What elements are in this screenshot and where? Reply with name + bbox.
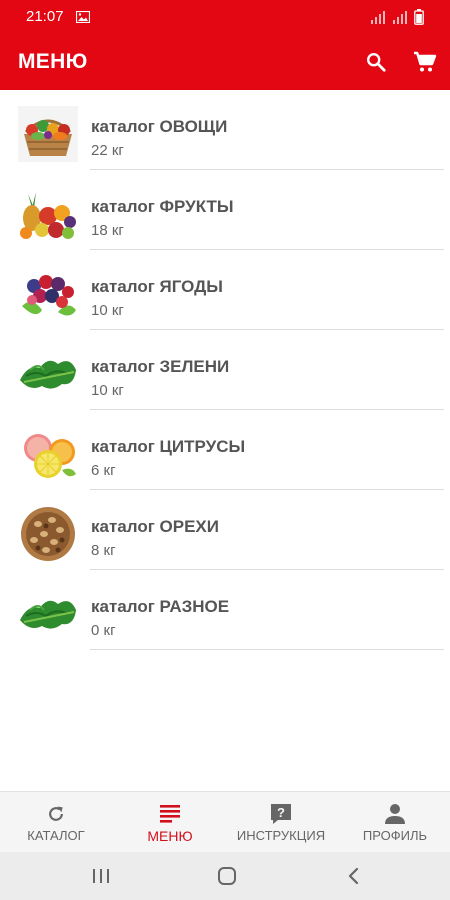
catalog-item-title: каталог ОВОЩИ (91, 117, 228, 136)
catalog-item-misc[interactable]: каталог РАЗНОЕ 0 кг (0, 570, 450, 650)
image-icon (75, 10, 91, 28)
status-bar: 21:07 (0, 0, 450, 34)
home-icon[interactable] (212, 864, 242, 888)
help-icon: ? (269, 803, 293, 825)
signal-icon (392, 10, 408, 29)
nav-label: КАТАЛОГ (27, 828, 85, 843)
app-bar: МЕНЮ (0, 34, 450, 90)
catalog-item-title: каталог ОРЕХИ (91, 517, 219, 536)
divider (90, 649, 444, 650)
cart-icon[interactable] (411, 48, 439, 76)
greens-image (18, 586, 78, 642)
catalog-item-citrus[interactable]: каталог ЦИТРУСЫ 6 кг (0, 410, 450, 490)
catalog-item-weight: 0 кг (91, 622, 116, 639)
nav-item-profile[interactable]: ПРОФИЛЬ (350, 792, 440, 853)
recents-icon[interactable] (86, 864, 116, 888)
catalog-item-title: каталог ФРУКТЫ (91, 197, 234, 216)
greens-image (18, 346, 78, 402)
catalog-item-weight: 8 кг (91, 542, 116, 559)
nuts-image (18, 506, 78, 562)
signal-icon (370, 10, 386, 29)
catalog-item-title: каталог ЦИТРУСЫ (91, 437, 246, 456)
search-icon[interactable] (362, 48, 390, 76)
menu-icon (158, 803, 182, 825)
catalog-item-weight: 22 кг (91, 142, 124, 159)
catalog-item-weight: 10 кг (91, 382, 124, 399)
status-time: 21:07 (26, 8, 64, 25)
refresh-icon (44, 803, 68, 825)
battery-icon (414, 9, 424, 30)
nav-item-instructions[interactable]: ? ИНСТРУКЦИЯ (226, 792, 336, 853)
citrus-image (18, 426, 78, 482)
catalog-item-title: каталог ЗЕЛЕНИ (91, 357, 230, 376)
catalog-item-weight: 10 кг (91, 302, 124, 319)
nav-item-catalog[interactable]: КАТАЛОГ (10, 792, 102, 853)
catalog-item-weight: 6 кг (91, 462, 116, 479)
catalog-item-fruits[interactable]: каталог ФРУКТЫ 18 кг (0, 170, 450, 250)
person-icon (383, 803, 407, 825)
catalog-item-berries[interactable]: каталог ЯГОДЫ 10 кг (0, 250, 450, 330)
back-icon[interactable] (338, 864, 368, 888)
bottom-nav: КАТАЛОГ МЕНЮ ? ИНСТРУКЦИЯ ПРОФИЛЬ (0, 791, 450, 852)
nav-item-menu[interactable]: МЕНЮ (124, 792, 216, 853)
catalog-item-title: каталог РАЗНОЕ (91, 597, 230, 616)
catalog-item-weight: 18 кг (91, 222, 124, 239)
svg-text:?: ? (277, 805, 285, 820)
catalog-item-vegetables[interactable]: каталог ОВОЩИ 22 кг (0, 90, 450, 170)
catalog-item-nuts[interactable]: каталог ОРЕХИ 8 кг (0, 490, 450, 570)
vegetables-basket-image (18, 106, 78, 162)
nav-label: ПРОФИЛЬ (362, 828, 428, 843)
status-icons (370, 9, 424, 30)
system-nav-bar (0, 852, 450, 900)
catalog-item-greens[interactable]: каталог ЗЕЛЕНИ 10 кг (0, 330, 450, 410)
fruits-image (18, 186, 78, 242)
catalog-item-title: каталог ЯГОДЫ (91, 277, 223, 296)
page-title: МЕНЮ (18, 50, 88, 73)
berries-image (18, 266, 78, 322)
catalog-list: каталог ОВОЩИ 22 кг каталог ФРУКТЫ 18 кг (0, 90, 450, 650)
nav-label: ИНСТРУКЦИЯ (236, 828, 326, 843)
nav-label: МЕНЮ (147, 828, 193, 844)
